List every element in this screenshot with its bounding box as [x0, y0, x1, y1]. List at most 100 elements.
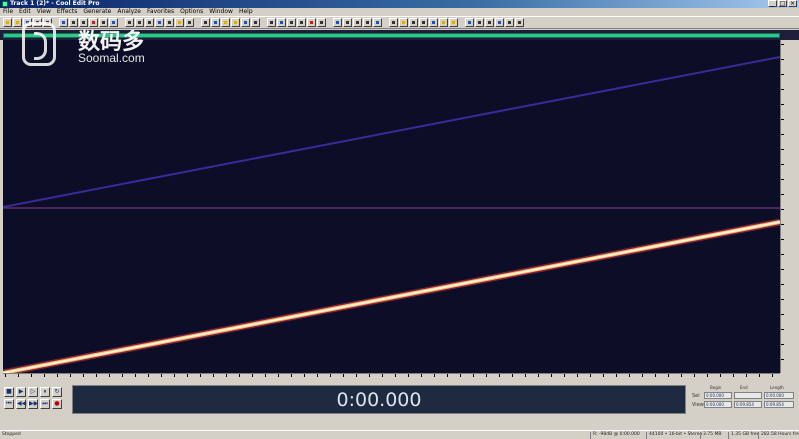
toolbar-button[interactable]: [495, 18, 504, 27]
toolbar-button[interactable]: [211, 18, 220, 27]
menu-file[interactable]: File: [0, 8, 16, 16]
view-begin-field[interactable]: 0:00.000: [704, 401, 732, 408]
toolbar-button[interactable]: [241, 18, 250, 27]
toolbar-button[interactable]: [277, 18, 286, 27]
menu-help[interactable]: Help: [236, 8, 256, 16]
toolbar-button[interactable]: [389, 18, 398, 27]
menu-favorites[interactable]: Favorites: [144, 8, 177, 16]
toolbar-button[interactable]: [297, 18, 306, 27]
ruler-tick: [781, 224, 784, 225]
view-length-field[interactable]: 0:09.854: [764, 401, 794, 408]
toolbar-button[interactable]: [89, 18, 98, 27]
toolbar-button[interactable]: [353, 18, 362, 27]
toolbar-button[interactable]: [175, 18, 184, 27]
toolbar-button[interactable]: [465, 18, 474, 27]
toolbar-button[interactable]: [287, 18, 296, 27]
toolbar-button[interactable]: [363, 18, 372, 27]
tool-icon: [158, 21, 161, 24]
toolbar-button[interactable]: [373, 18, 382, 27]
time-value: 0:00.000: [336, 389, 422, 411]
tool-icon: [234, 21, 237, 24]
toolbar-button[interactable]: [135, 18, 144, 27]
toolbar-button[interactable]: [505, 18, 514, 27]
time-tick: [31, 374, 32, 377]
record-button[interactable]: ●: [52, 399, 62, 409]
toolbar-button[interactable]: [155, 18, 164, 27]
go-to-end-button[interactable]: ⏭: [40, 399, 50, 409]
menu-options[interactable]: Options: [177, 8, 206, 16]
time-tick: [421, 374, 422, 377]
stop-button[interactable]: ■: [4, 387, 14, 397]
sel-end-field[interactable]: [734, 392, 762, 399]
toolbar-button[interactable]: [231, 18, 240, 27]
toolbar-button[interactable]: [449, 18, 458, 27]
toolbar-button[interactable]: [125, 18, 134, 27]
menu-analyze[interactable]: Analyze: [114, 8, 144, 16]
toolbar-button[interactable]: [43, 18, 52, 27]
toolbar-button[interactable]: [59, 18, 68, 27]
toolbar-button[interactable]: [109, 18, 118, 27]
time-tick: [96, 374, 97, 377]
toolbar-button[interactable]: [13, 18, 22, 27]
toolbar-button[interactable]: [429, 18, 438, 27]
menu-generate[interactable]: Generate: [80, 8, 114, 16]
toolbar-button[interactable]: [185, 18, 194, 27]
toolbar-button[interactable]: [99, 18, 108, 27]
overview-scroll-bar[interactable]: [3, 33, 780, 38]
play-to-end-button[interactable]: ▷: [28, 387, 38, 397]
toolbar-button[interactable]: [333, 18, 342, 27]
tool-icon: [412, 21, 415, 24]
toolbar-button[interactable]: [23, 18, 32, 27]
view-end-field[interactable]: 0:09.854: [734, 401, 762, 408]
menu-effects[interactable]: Effects: [54, 8, 80, 16]
loop-button[interactable]: ↻: [52, 387, 62, 397]
toolbar-button[interactable]: [307, 18, 316, 27]
toolbar-button[interactable]: [409, 18, 418, 27]
maximize-button[interactable]: □: [778, 0, 787, 7]
toolbar-button[interactable]: [343, 18, 352, 27]
go-to-start-button[interactable]: ⏮: [4, 399, 14, 409]
tool-icon: [356, 21, 359, 24]
toolbar-button[interactable]: [419, 18, 428, 27]
time-tick: [5, 374, 6, 377]
tool-icon: [138, 21, 141, 24]
ruler-tick: [781, 164, 784, 165]
rewind-button[interactable]: ◀◀: [16, 399, 26, 409]
menu-view[interactable]: View: [34, 8, 54, 16]
time-tick: [551, 374, 552, 377]
sel-begin-field[interactable]: 0:00.000: [704, 392, 732, 399]
toolbar-button[interactable]: [475, 18, 484, 27]
toolbar-button[interactable]: [317, 18, 326, 27]
menu-edit[interactable]: Edit: [16, 8, 34, 16]
close-button[interactable]: ×: [788, 0, 797, 7]
tool-icon: [442, 21, 445, 24]
toolbar-button[interactable]: [267, 18, 276, 27]
toolbar-button[interactable]: [145, 18, 154, 27]
toolbar-button[interactable]: [33, 18, 42, 27]
toolbar-button[interactable]: [69, 18, 78, 27]
time-tick: [44, 374, 45, 377]
sel-length-field[interactable]: 0:00.000: [764, 392, 794, 399]
toolbar-button[interactable]: [79, 18, 88, 27]
time-tick: [538, 374, 539, 377]
status-time-free: 282.58 Hours free: [761, 432, 799, 437]
toolbar-button[interactable]: [221, 18, 230, 27]
time-tick: [681, 374, 682, 377]
tool-icon: [336, 21, 339, 24]
spectral-view[interactable]: [3, 40, 780, 373]
toolbar-button[interactable]: [3, 18, 12, 27]
menu-window[interactable]: Window: [206, 8, 236, 16]
toolbar-button[interactable]: [485, 18, 494, 27]
toolbar-button[interactable]: [251, 18, 260, 27]
tool-icon: [346, 21, 349, 24]
toolbar-button[interactable]: [439, 18, 448, 27]
play-button[interactable]: ▶: [16, 387, 26, 397]
toolbar-button[interactable]: [201, 18, 210, 27]
pause-button[interactable]: ⏸: [40, 387, 50, 397]
toolbar-button[interactable]: [165, 18, 174, 27]
toolbar-button[interactable]: [515, 18, 524, 27]
fast-forward-button[interactable]: ▶▶: [28, 399, 38, 409]
toolbar-button[interactable]: [399, 18, 408, 27]
minimize-button[interactable]: _: [768, 0, 777, 7]
time-tick: [408, 374, 409, 377]
